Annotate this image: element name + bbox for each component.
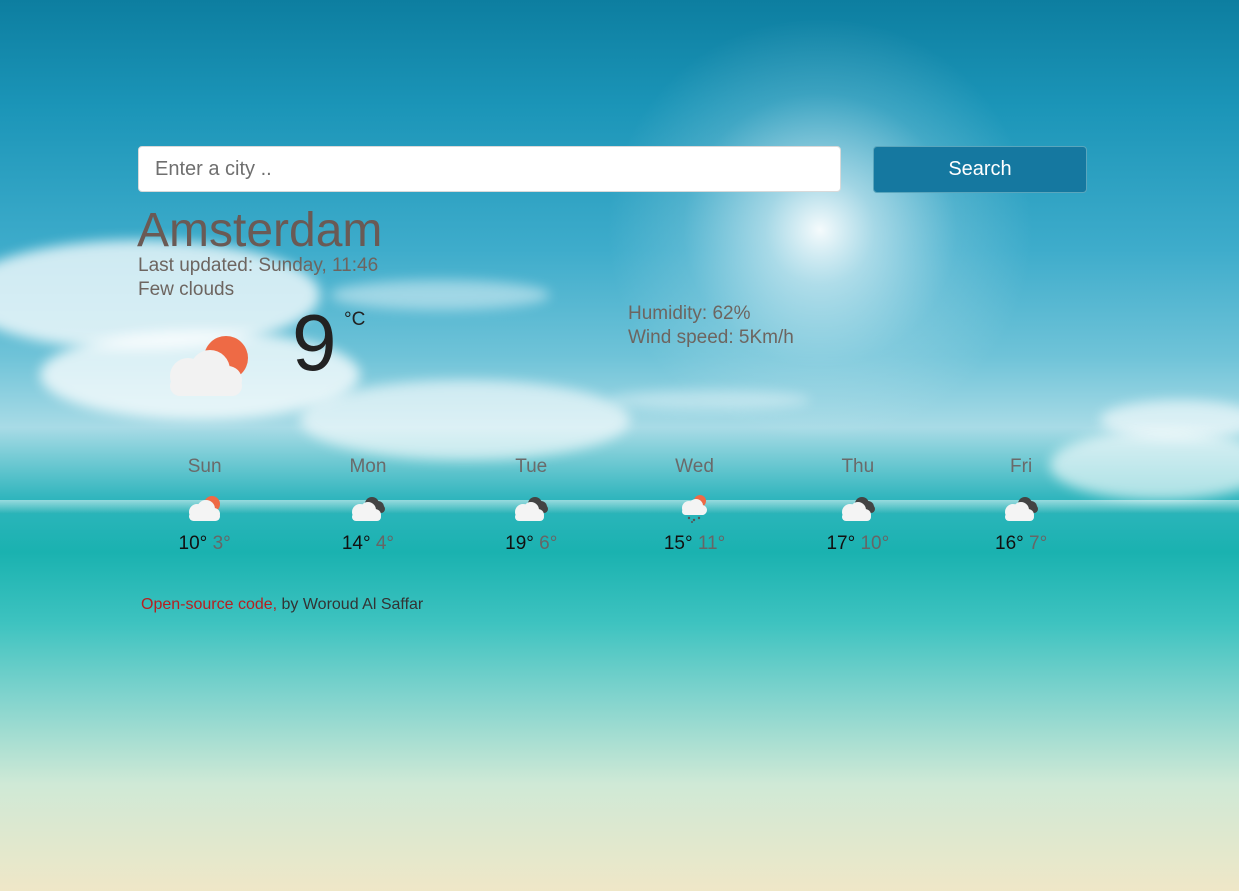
search-input[interactable] (138, 146, 841, 192)
beach-background (0, 0, 1239, 891)
sun-glow (600, 20, 1040, 440)
forecast-temps: 14° 4° (286, 532, 449, 556)
footer-byline: by Woroud Al Saffar (277, 596, 424, 613)
cloud (300, 380, 630, 460)
footer: Open-source code, by Woroud Al Saffar (141, 596, 423, 614)
forecast-temps: 10° 3° (123, 532, 286, 556)
snow-icon (681, 495, 707, 523)
forecast-day: Thu 17° 10° (776, 455, 939, 556)
forecast-min: 10° (860, 533, 890, 554)
cloudy-icon (515, 497, 549, 521)
forecast-max: 15° (663, 533, 693, 554)
last-updated: Last updated: Sunday, 11:46 (138, 255, 379, 276)
forecast-day: Fri 16° 7° (939, 455, 1102, 556)
cloud (330, 280, 550, 310)
cloudy-icon (1005, 497, 1039, 521)
forecast-min: 3° (212, 533, 231, 554)
temperature-unit: °C (344, 309, 366, 330)
forecast-temps: 19° 6° (450, 532, 613, 556)
partly-cloudy-day-icon (188, 496, 220, 521)
open-source-link[interactable]: Open-source code, (141, 596, 277, 613)
forecast-max: 14° (341, 533, 371, 554)
forecast-day: Wed 15° 11° (613, 455, 776, 556)
city-name: Amsterdam (137, 204, 383, 257)
cloud (610, 390, 810, 410)
forecast-temps: 17° 10° (776, 532, 939, 556)
humidity: Humidity: 62% (628, 303, 751, 324)
current-temperature: 9 (292, 298, 337, 387)
weather-details: Humidity: 62% Wind speed: 5Km/h (628, 302, 794, 350)
forecast-min: 11° (697, 533, 726, 554)
forecast-min: 7° (1029, 533, 1048, 554)
forecast-day: Mon 14° 4° (286, 455, 449, 556)
cloudy-icon (841, 497, 875, 521)
forecast-temps: 15° 11° (613, 532, 776, 556)
forecast-day-name: Wed (675, 456, 714, 477)
forecast-day-name: Fri (1010, 456, 1033, 477)
forecast-max: 16° (995, 533, 1024, 554)
cloudy-icon (351, 497, 385, 521)
search-button[interactable]: Search (873, 146, 1087, 193)
forecast-min: 4° (375, 533, 395, 554)
forecast-day: Sun 10° 3° (123, 455, 286, 556)
forecast-day: Tue 19° 6° (450, 455, 613, 556)
forecast-day-name: Sun (187, 456, 222, 477)
weather-description: Few clouds (138, 279, 235, 300)
wind-speed: Wind speed: 5Km/h (628, 327, 794, 348)
forecast-day-name: Thu (841, 456, 875, 477)
forecast-day-name: Mon (349, 456, 387, 477)
forecast-max: 19° (505, 533, 534, 554)
forecast-temps: 16° 7° (939, 532, 1102, 556)
forecast-max: 10° (178, 533, 208, 554)
forecast: Sun 10° 3° Mon 14° 4° Tue 19° 6° Wed 15°… (123, 455, 1103, 556)
forecast-day-name: Tue (515, 456, 548, 477)
forecast-max: 17° (826, 533, 856, 554)
forecast-min: 6° (539, 533, 558, 554)
partly-cloudy-day-icon (170, 336, 248, 396)
